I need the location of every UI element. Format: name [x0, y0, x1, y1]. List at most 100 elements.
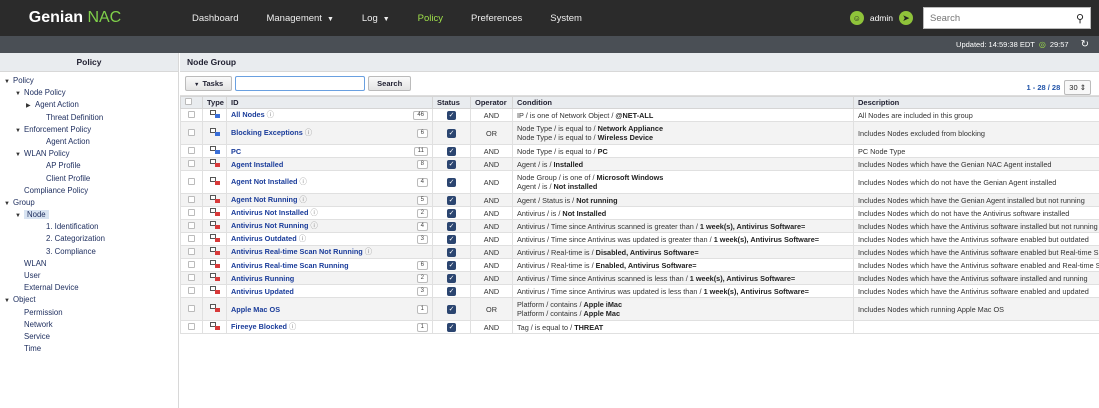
search-icon[interactable]: ⚲ — [1076, 12, 1084, 25]
row-checkbox[interactable] — [188, 260, 195, 268]
row-select-cell[interactable] — [180, 108, 203, 122]
col-header-status[interactable]: Status — [432, 96, 471, 109]
status-enabled-checkbox[interactable]: ✓ — [447, 305, 456, 314]
group-id-link[interactable]: Blocking Exceptions — [231, 128, 303, 137]
expand-down-icon[interactable]: ▼ — [15, 210, 24, 222]
col-header-operator[interactable]: Operator — [470, 96, 513, 109]
row-select-cell[interactable] — [180, 245, 203, 259]
node-count-badge[interactable]: 2 — [416, 273, 428, 283]
table-row[interactable]: Fireeye Blocked ⓘ 1 ✓ AND Tag / is equal to … — [180, 320, 1099, 334]
row-checkbox[interactable] — [188, 286, 195, 294]
node-count-badge[interactable]: 6 — [416, 260, 428, 270]
expand-down-icon[interactable]: ▼ — [4, 295, 13, 307]
status-enabled-checkbox[interactable]: ✓ — [447, 323, 456, 332]
select-all-header[interactable] — [180, 96, 203, 109]
sidebar-item-wlan-policy[interactable]: ▼ WLAN Policy — [0, 148, 178, 160]
row-select-cell[interactable] — [180, 144, 203, 158]
table-row[interactable]: Agent Installed 8 ✓ AND Agent / is / Install… — [180, 157, 1099, 171]
node-count-badge[interactable]: 4 — [416, 221, 428, 231]
nav-policy[interactable]: Policy — [404, 13, 457, 24]
group-id-link[interactable]: Antivirus Outdated — [231, 234, 297, 243]
row-checkbox[interactable] — [188, 304, 195, 312]
info-icon[interactable]: ⓘ — [297, 234, 306, 243]
group-id-link[interactable]: Agent Not Running — [231, 195, 297, 204]
sidebar-item-permission[interactable]: Permission — [0, 307, 178, 319]
table-row[interactable]: All Nodes ⓘ 46 ✓ AND IP / is one of Network … — [180, 108, 1099, 122]
status-enabled-checkbox[interactable]: ✓ — [447, 147, 456, 156]
status-enabled-checkbox[interactable]: ✓ — [447, 160, 456, 169]
node-count-badge[interactable]: 6 — [416, 128, 428, 138]
node-count-badge[interactable]: 1 — [416, 322, 428, 332]
node-count-badge[interactable]: 46 — [413, 110, 428, 120]
info-icon[interactable]: ⓘ — [303, 128, 312, 137]
row-checkbox[interactable] — [188, 273, 195, 281]
status-enabled-checkbox[interactable]: ✓ — [447, 222, 456, 231]
status-enabled-checkbox[interactable]: ✓ — [447, 248, 456, 257]
sidebar-item-object[interactable]: ▼ Object — [0, 294, 178, 306]
status-enabled-checkbox[interactable]: ✓ — [447, 209, 456, 218]
col-header-condition[interactable]: Condition — [512, 96, 854, 109]
group-id-link[interactable]: Antivirus Not Installed — [231, 208, 308, 217]
sidebar-item-enforcement-policy[interactable]: ▼ Enforcement Policy — [0, 124, 178, 136]
table-row[interactable]: Antivirus Real-time Scan Running 6 ✓ AND Ant… — [180, 258, 1099, 272]
info-icon[interactable]: ⓘ — [297, 177, 307, 186]
status-enabled-checkbox[interactable]: ✓ — [447, 178, 456, 187]
row-checkbox[interactable] — [188, 234, 195, 242]
row-checkbox[interactable] — [188, 128, 195, 136]
sidebar-item-client-profile[interactable]: Client Profile — [0, 173, 178, 185]
row-select-cell[interactable] — [180, 170, 203, 194]
sidebar-item-3-compliance[interactable]: 3. Compliance — [0, 246, 178, 258]
sidebar-item-service[interactable]: Service — [0, 331, 178, 343]
row-checkbox[interactable] — [188, 208, 195, 216]
per-page-select[interactable]: 30 ⇕ — [1064, 80, 1091, 95]
search-button[interactable]: Search — [368, 76, 412, 91]
sidebar-item-user[interactable]: User — [0, 270, 178, 282]
sidebar-item-group[interactable]: ▼ Group — [0, 197, 178, 209]
node-count-badge[interactable]: 4 — [416, 177, 428, 187]
refresh-icon[interactable]: ↻ — [1081, 39, 1089, 50]
select-all-checkbox[interactable] — [185, 98, 192, 105]
expand-right-icon[interactable]: ▶ — [26, 100, 35, 112]
expand-down-icon[interactable]: ▼ — [15, 88, 24, 100]
table-row[interactable]: Agent Not Running ⓘ 5 ✓ AND Agent / Status i… — [180, 193, 1099, 207]
nav-preferences[interactable]: Preferences — [457, 13, 536, 24]
sidebar-item-1-identification[interactable]: 1. Identification — [0, 221, 178, 233]
sidebar-item-network[interactable]: Network — [0, 319, 178, 331]
row-select-cell[interactable] — [180, 157, 203, 171]
status-enabled-checkbox[interactable]: ✓ — [447, 261, 456, 270]
sidebar-item-time[interactable]: Time — [0, 343, 178, 355]
node-count-badge[interactable]: 2 — [416, 208, 428, 218]
status-enabled-checkbox[interactable]: ✓ — [447, 287, 456, 296]
table-row[interactable]: Antivirus Updated 3 ✓ AND Antivirus / Time s… — [180, 284, 1099, 298]
table-row[interactable]: Agent Not Installed ⓘ 4 ✓ AND Node Group / i… — [180, 170, 1099, 194]
nav-system[interactable]: System — [536, 13, 596, 24]
row-select-cell[interactable] — [180, 219, 203, 233]
row-select-cell[interactable] — [180, 284, 203, 298]
username[interactable]: admin — [870, 13, 893, 23]
group-id-link[interactable]: Agent Not Installed — [231, 177, 297, 186]
group-id-link[interactable]: Antivirus Real-time Scan Not Running — [231, 247, 363, 256]
group-id-link[interactable]: Antivirus Running — [231, 274, 294, 283]
col-header-description[interactable]: Description — [853, 96, 1099, 109]
node-count-badge[interactable]: 5 — [416, 195, 428, 205]
row-checkbox[interactable] — [188, 110, 195, 118]
row-select-cell[interactable] — [180, 271, 203, 285]
table-row[interactable]: Antivirus Not Installed ⓘ 2 ✓ AND Antivirus … — [180, 206, 1099, 220]
sidebar-item-external-device[interactable]: External Device — [0, 282, 178, 294]
row-checkbox[interactable] — [188, 221, 195, 229]
status-enabled-checkbox[interactable]: ✓ — [447, 129, 456, 138]
info-icon[interactable]: ⓘ — [363, 247, 372, 256]
sidebar-item-wlan[interactable]: WLAN — [0, 258, 178, 270]
sidebar-item-threat-definition[interactable]: Threat Definition — [0, 112, 178, 124]
status-enabled-checkbox[interactable]: ✓ — [447, 111, 456, 120]
group-id-link[interactable]: All Nodes — [231, 110, 265, 119]
expand-down-icon[interactable]: ▼ — [15, 149, 24, 161]
nav-dashboard[interactable]: Dashboard — [178, 13, 252, 24]
row-checkbox[interactable] — [188, 146, 195, 154]
node-count-badge[interactable]: 8 — [416, 159, 428, 169]
row-checkbox[interactable] — [188, 247, 195, 255]
group-id-link[interactable]: PC — [231, 147, 241, 156]
nav-log[interactable]: Log ▼ — [348, 13, 404, 24]
row-select-cell[interactable] — [180, 258, 203, 272]
group-id-link[interactable]: Apple Mac OS — [231, 305, 280, 314]
